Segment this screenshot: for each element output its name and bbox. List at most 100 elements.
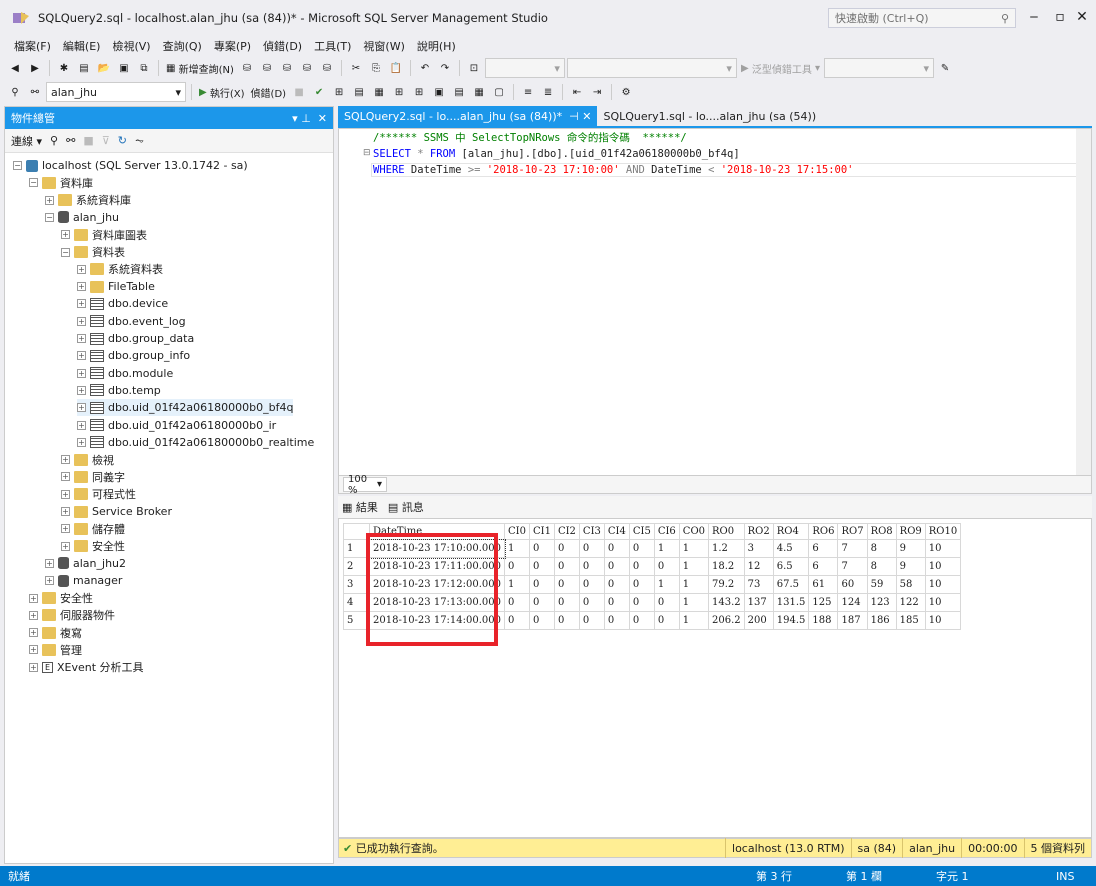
grid-cell[interactable]: 0 — [603, 557, 630, 576]
column-header[interactable]: CO0 — [678, 523, 710, 540]
grid-cell[interactable]: 1 — [678, 539, 710, 558]
grid-cell[interactable]: 0 — [578, 611, 605, 630]
grid-cell[interactable]: 58 — [895, 575, 926, 594]
execute-button[interactable]: ▶ 執行(X) — [197, 83, 247, 101]
undo-icon[interactable]: ↶ — [416, 59, 434, 77]
editor-scrollbar[interactable] — [1076, 129, 1091, 475]
grid-cell[interactable]: 60 — [837, 575, 868, 594]
actual-plan-icon[interactable]: ⊞ — [390, 83, 408, 101]
grid-cell[interactable]: 0 — [504, 557, 530, 576]
close-button[interactable]: ✕ — [1068, 6, 1096, 28]
tree-node[interactable]: + FileTable — [77, 278, 155, 295]
grid-cell[interactable]: 7 — [837, 557, 868, 576]
grid-cell[interactable]: 12 — [743, 557, 774, 576]
grid-cell[interactable]: 125 — [808, 593, 839, 612]
expand-icon[interactable]: + — [77, 351, 86, 361]
minimize-button[interactable]: ‒ — [1020, 6, 1048, 28]
tree-node[interactable]: + 系統資料表 — [77, 261, 163, 278]
grid-cell[interactable]: 0 — [578, 575, 605, 594]
expand-icon[interactable]: + — [77, 299, 86, 309]
expand-icon[interactable]: + — [77, 334, 86, 343]
menu-project[interactable]: 專案(P) — [208, 38, 257, 54]
grid-cell[interactable]: 0 — [553, 575, 580, 594]
tree-node[interactable]: + 儲存體 — [61, 520, 125, 537]
platform-dropdown[interactable]: ▾ — [566, 58, 737, 78]
grid-cell[interactable]: 59 — [866, 575, 897, 594]
tree-node[interactable]: + 安全性 — [29, 590, 93, 607]
grid-cell[interactable]: 122 — [895, 593, 926, 612]
tree-node[interactable]: + dbo.group_info — [77, 347, 190, 364]
expand-icon[interactable]: + — [77, 403, 86, 413]
expand-icon[interactable]: + — [61, 230, 70, 240]
grid-cell[interactable]: 0 — [553, 539, 580, 558]
grid-cell[interactable]: 0 — [603, 611, 630, 630]
grid-cell[interactable]: 0 — [504, 611, 530, 630]
grid-cell[interactable]: 186 — [866, 611, 897, 630]
tree-node[interactable]: + dbo.event_log — [77, 313, 186, 330]
grid-cell[interactable]: 0 — [653, 593, 680, 612]
tab-messages[interactable]: ▤ 訊息 — [388, 499, 424, 515]
expand-icon[interactable]: + — [61, 455, 70, 465]
client-stats-icon[interactable]: ▣ — [430, 83, 448, 101]
tree-node[interactable]: + dbo.uid_01f42a06180000b0_realtime — [77, 434, 314, 451]
db-engine-query-icon[interactable]: ⛁ — [238, 59, 256, 77]
tree-node[interactable]: + E XEvent 分析工具 — [29, 659, 144, 676]
tree-node[interactable]: + 同義字 — [61, 468, 125, 485]
paste-icon[interactable]: 📋 — [387, 59, 405, 77]
menu-window[interactable]: 視窗(W) — [357, 38, 410, 54]
xmla-query-icon[interactable]: ⛁ — [298, 59, 316, 77]
expand-icon[interactable]: + — [61, 524, 70, 534]
expand-icon[interactable]: + — [77, 282, 86, 292]
quick-launch-input[interactable]: 快速啟動 (Ctrl+Q) — [835, 10, 929, 26]
grid-cell[interactable]: 0 — [653, 557, 680, 576]
expand-icon[interactable]: + — [45, 558, 54, 568]
parse-icon[interactable]: ✔ — [310, 83, 328, 101]
grid-cell[interactable]: 6.5 — [772, 557, 810, 576]
pin-icon[interactable]: ▾ ⊥ — [292, 112, 311, 125]
grid-cell[interactable]: 1 — [678, 611, 710, 630]
grid-cell[interactable]: 1 — [653, 575, 680, 594]
save-all-icon[interactable]: ⧉ — [135, 59, 153, 77]
expand-icon[interactable]: + — [61, 489, 70, 499]
tree-node[interactable]: + manager — [45, 572, 122, 589]
collapse-icon[interactable]: ⊟ — [363, 148, 371, 158]
grid-cell[interactable]: 1 — [678, 557, 710, 576]
grid-cell[interactable]: 10 — [924, 593, 962, 612]
tree-node[interactable]: + dbo.group_data — [77, 330, 194, 347]
column-header[interactable]: CI5 — [628, 523, 655, 540]
grid-cell[interactable]: 1 — [678, 575, 710, 594]
new-project-icon[interactable]: ✱ — [55, 59, 73, 77]
column-header[interactable]: CI0 — [504, 523, 530, 540]
mdx-query-icon[interactable]: ⛁ — [258, 59, 276, 77]
dax-query-icon[interactable]: ⛁ — [318, 59, 336, 77]
tree-node[interactable]: + dbo.temp — [77, 382, 161, 399]
tree-node[interactable]: + 管理 — [29, 641, 82, 658]
grid-cell[interactable]: 188 — [808, 611, 839, 630]
database-dropdown[interactable]: alan_jhu ▾ — [46, 82, 186, 102]
connect-icon[interactable]: ⚲ — [6, 83, 24, 101]
new-query-button[interactable]: ▦ 新增查詢(N) — [164, 59, 236, 77]
menu-help[interactable]: 說明(H) — [411, 38, 462, 54]
screenshot-icon[interactable]: ⊡ — [465, 59, 483, 77]
specify-values-icon[interactable]: ⚙ — [617, 83, 635, 101]
grid-cell[interactable]: 0 — [528, 557, 555, 576]
expand-icon[interactable]: + — [45, 195, 54, 205]
grid-cell[interactable]: 185 — [895, 611, 926, 630]
stop-icon[interactable]: ■ — [290, 83, 308, 101]
expand-icon[interactable]: + — [77, 437, 86, 447]
grid-cell[interactable]: 143.2 — [708, 593, 745, 612]
grid-cell[interactable]: 10 — [924, 611, 962, 630]
query-designer-icon[interactable]: ▤ — [350, 83, 368, 101]
tree-node[interactable]: + dbo.uid_01f42a06180000b0_ir — [77, 417, 276, 434]
search-icon[interactable]: ⚲ — [1001, 12, 1009, 25]
tab-results[interactable]: ▦ 結果 — [342, 499, 378, 515]
open-file-icon[interactable]: 📂 — [95, 59, 113, 77]
grid-cell[interactable]: 194.5 — [772, 611, 810, 630]
close-tab-icon[interactable]: ✕ — [582, 110, 591, 123]
grid-cell[interactable]: 6 — [808, 539, 839, 558]
refresh-icon[interactable]: ↻ — [118, 134, 127, 147]
grid-cell[interactable]: 0 — [628, 557, 655, 576]
tree-node[interactable]: + 可程式性 — [61, 486, 136, 503]
column-header[interactable]: CI1 — [528, 523, 555, 540]
change-connection-icon[interactable]: ⚯ — [26, 83, 44, 101]
